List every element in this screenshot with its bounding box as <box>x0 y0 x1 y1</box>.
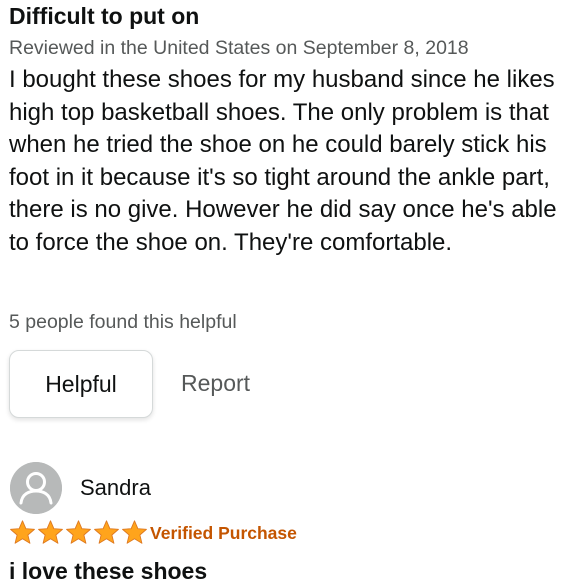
verified-purchase-badge: Verified Purchase <box>150 523 297 543</box>
star-icon <box>66 520 91 544</box>
review-title: Difficult to put on <box>9 3 200 29</box>
reviewer-name: Sandra <box>80 475 151 500</box>
star-icon <box>38 520 63 544</box>
star-icon <box>94 520 119 544</box>
review-title: i love these shoes <box>9 558 208 580</box>
star-rating <box>9 519 148 547</box>
report-link[interactable]: Report <box>181 369 250 397</box>
helpful-count: 5 people found this helpful <box>9 311 237 333</box>
helpful-button[interactable]: Helpful <box>9 350 153 418</box>
star-icon <box>10 520 35 544</box>
star-icon <box>122 520 147 544</box>
default-user-avatar-icon <box>10 462 62 514</box>
review-date: Reviewed in the United States on Septemb… <box>9 37 469 59</box>
review-list: Difficult to put on Reviewed in the Unit… <box>0 0 579 580</box>
review-body: I bought these shoes for my husband sinc… <box>9 66 557 256</box>
